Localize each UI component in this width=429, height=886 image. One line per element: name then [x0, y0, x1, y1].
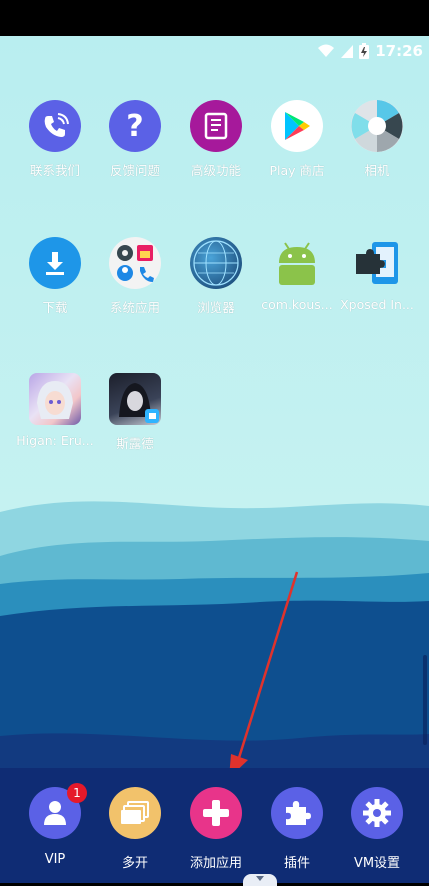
app-silver-and-blood[interactable]: 斯露德 [95, 373, 175, 452]
app-label: Play 商店 [269, 163, 325, 178]
dock-label: 多开 [121, 856, 148, 871]
app-download[interactable]: 下载 [15, 237, 95, 316]
app-label: 相机 [364, 163, 390, 178]
game-avatar-icon [29, 373, 81, 425]
dock-plugins-button[interactable]: 插件 [257, 787, 337, 871]
android-icon [271, 237, 323, 289]
app-label: Xposed In... [340, 297, 414, 312]
wifi-icon [318, 44, 335, 57]
app-label: 下载 [42, 300, 68, 315]
plus-icon [190, 787, 242, 839]
app-browser[interactable]: 浏览器 [176, 237, 256, 316]
multi-window-icon [109, 787, 161, 839]
game-avatar-icon [109, 373, 161, 425]
battery-charging-icon [359, 43, 370, 59]
app-label: 斯露德 [116, 436, 154, 451]
dock-vm-settings-button[interactable]: VM设置 [337, 787, 417, 871]
signal-icon [341, 45, 354, 58]
dock-label: VIP [44, 852, 66, 867]
app-com-kous[interactable]: com.kous... [257, 237, 337, 312]
book-icon [190, 100, 242, 152]
app-label: com.kous... [261, 297, 333, 312]
system-apps-icon [109, 237, 161, 289]
app-label: 联系我们 [29, 163, 80, 178]
dock-multi-open-button[interactable]: 多开 [95, 787, 175, 871]
dock-vip-button[interactable]: 1 VIP [15, 783, 95, 867]
dock-add-app-button[interactable]: 添加应用 [176, 787, 256, 871]
status-time: 17:26 [375, 42, 423, 60]
app-label: 浏览器 [197, 300, 235, 315]
user-icon: 1 [29, 783, 87, 839]
download-icon [29, 237, 81, 289]
app-system-apps[interactable]: 系统应用 [95, 237, 175, 316]
question-icon: ? [109, 100, 161, 152]
xposed-puzzle-icon [351, 237, 403, 289]
play-store-icon [271, 100, 323, 152]
dock-label: 添加应用 [189, 856, 242, 871]
app-label: 高级功能 [190, 163, 241, 178]
chevron-down-icon [256, 876, 264, 881]
app-label: 系统应用 [109, 300, 160, 315]
status-bar: 17:26 [317, 40, 423, 62]
camera-icon [351, 100, 403, 152]
dock-label: VM设置 [353, 856, 401, 871]
scrollbar[interactable] [423, 655, 427, 745]
app-higan-eruthyll[interactable]: Higan: Eru... [15, 373, 95, 448]
app-advanced-features[interactable]: 高级功能 [176, 100, 256, 179]
phone-icon [29, 100, 81, 152]
app-contact-us[interactable]: 联系我们 [15, 100, 95, 179]
drawer-handle[interactable] [243, 874, 277, 886]
app-xposed-installer[interactable]: Xposed In... [337, 237, 417, 312]
app-label: Higan: Eru... [16, 433, 94, 448]
gear-icon [351, 787, 403, 839]
app-feedback[interactable]: ? 反馈问题 [95, 100, 175, 179]
browser-globe-icon [190, 237, 242, 289]
dock-label: 插件 [283, 856, 310, 871]
app-play-store[interactable]: Play 商店 [257, 100, 337, 179]
app-camera[interactable]: 相机 [337, 100, 417, 179]
app-label: 反馈问题 [109, 163, 160, 178]
top-black-bar [0, 0, 429, 36]
puzzle-icon [271, 787, 323, 839]
notification-badge: 1 [67, 783, 87, 803]
